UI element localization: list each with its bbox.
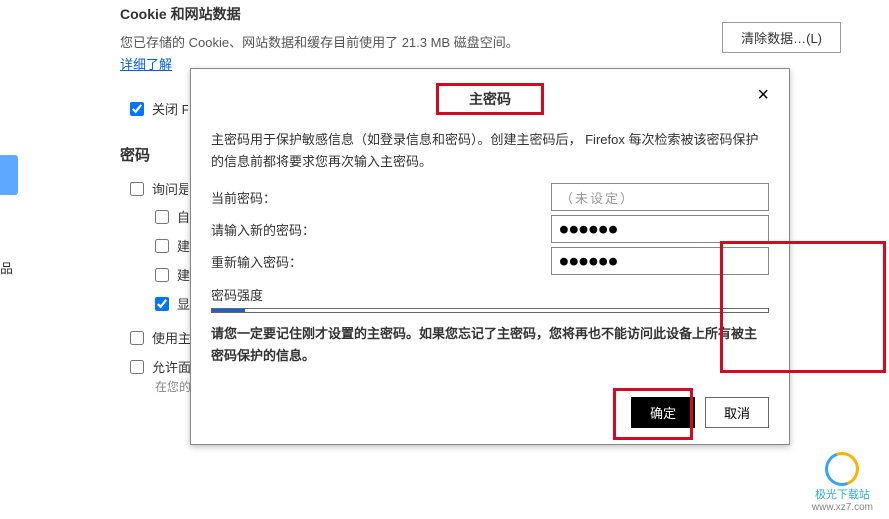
- use-master-checkbox[interactable]: [130, 331, 144, 345]
- cookie-section-title: Cookie 和网站数据: [120, 4, 889, 24]
- warning-text: 请您一定要记住刚才设置的主密码。如果您忘记了主密码，您将再也不能访问此设备上所有…: [211, 323, 769, 367]
- strength-label: 密码强度: [211, 285, 769, 304]
- close-firefox-label: 关闭 F: [152, 99, 188, 118]
- new-password-label: 请输入新的密码：: [211, 220, 551, 239]
- clear-data-button[interactable]: 清除数据…(L): [722, 22, 841, 53]
- cancel-button[interactable]: 取消: [705, 397, 769, 428]
- sidebar-active-indicator: [0, 155, 18, 195]
- watermark-name: 极光下载站: [812, 486, 873, 502]
- cookie-learn-more-link[interactable]: 详细了解: [120, 57, 172, 72]
- ask-save-checkbox[interactable]: [130, 182, 144, 196]
- ms-sso-checkbox[interactable]: [130, 360, 144, 374]
- sub-option-2-checkbox[interactable]: [155, 239, 169, 253]
- use-master-label: 使用主: [152, 328, 194, 347]
- repeat-password-label: 重新输入密码：: [211, 252, 551, 271]
- sub-option-2-label: 建: [177, 236, 191, 255]
- watermark: 极光下载站 www.xz7.com: [812, 452, 873, 513]
- sub-option-3-checkbox[interactable]: [155, 268, 169, 282]
- show-label: 显: [177, 294, 191, 313]
- sub-option-1-checkbox[interactable]: [155, 210, 169, 224]
- dialog-description: 主密码用于保护敏感信息（如登录信息和密码）。创建主密码后， Firefox 每次…: [211, 129, 769, 173]
- strength-meter-fill: [212, 309, 245, 312]
- sidebar-cut-text: 品: [0, 258, 18, 277]
- ok-button[interactable]: 确定: [631, 397, 695, 428]
- strength-meter: [211, 308, 769, 313]
- repeat-password-field[interactable]: [551, 247, 769, 275]
- watermark-icon: [825, 452, 859, 486]
- master-password-dialog: 主密码 × 主密码用于保护敏感信息（如登录信息和密码）。创建主密码后， Fire…: [190, 68, 790, 445]
- sub-option-3-label: 建: [177, 265, 191, 284]
- close-button[interactable]: ×: [757, 85, 769, 105]
- close-firefox-checkbox[interactable]: [130, 102, 144, 116]
- sub-option-1-label: 自: [177, 207, 191, 226]
- watermark-url: www.xz7.com: [812, 502, 873, 513]
- current-password-field: [551, 183, 769, 211]
- dialog-title: 主密码: [436, 83, 544, 115]
- current-password-label: 当前密码：: [211, 188, 551, 207]
- new-password-field[interactable]: [551, 215, 769, 243]
- ask-save-label: 询问是: [152, 179, 188, 198]
- show-checkbox[interactable]: [155, 297, 169, 311]
